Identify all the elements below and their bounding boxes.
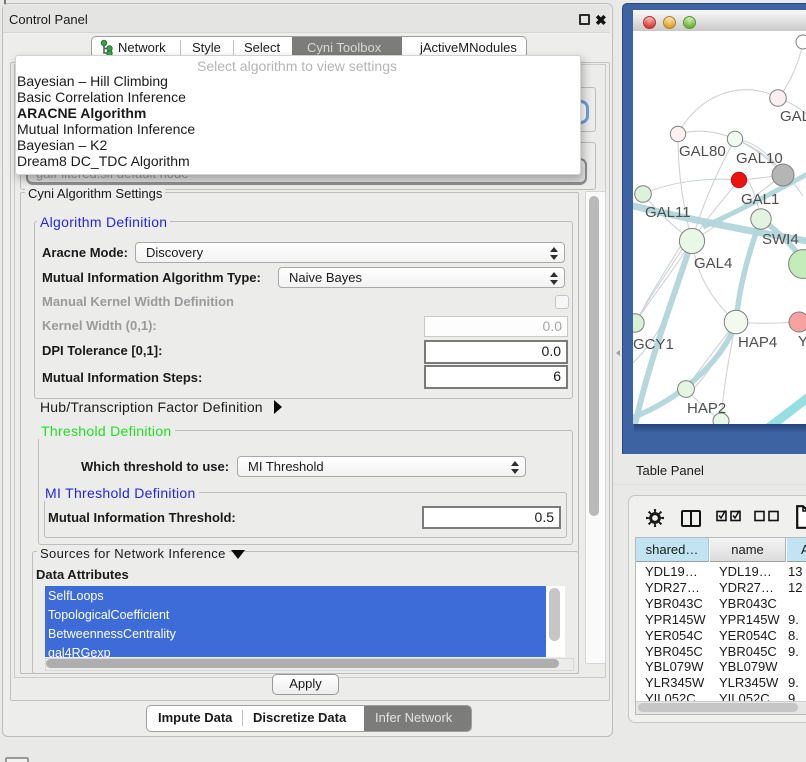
svg-text:Y: Y bbox=[798, 333, 806, 350]
svg-text:GCY1: GCY1 bbox=[633, 336, 674, 353]
svg-text:GAL4: GAL4 bbox=[694, 255, 732, 272]
svg-text:HAP4: HAP4 bbox=[738, 334, 777, 351]
svg-text:HAP2: HAP2 bbox=[687, 400, 726, 417]
svg-text:GAL10: GAL10 bbox=[736, 150, 783, 167]
svg-text:SWI4: SWI4 bbox=[762, 231, 799, 248]
svg-text:GAL11: GAL11 bbox=[645, 204, 691, 221]
svg-text:GAL80: GAL80 bbox=[679, 143, 726, 160]
svg-text:GAL1: GAL1 bbox=[741, 191, 779, 208]
svg-text:GAL7: GAL7 bbox=[780, 108, 806, 125]
